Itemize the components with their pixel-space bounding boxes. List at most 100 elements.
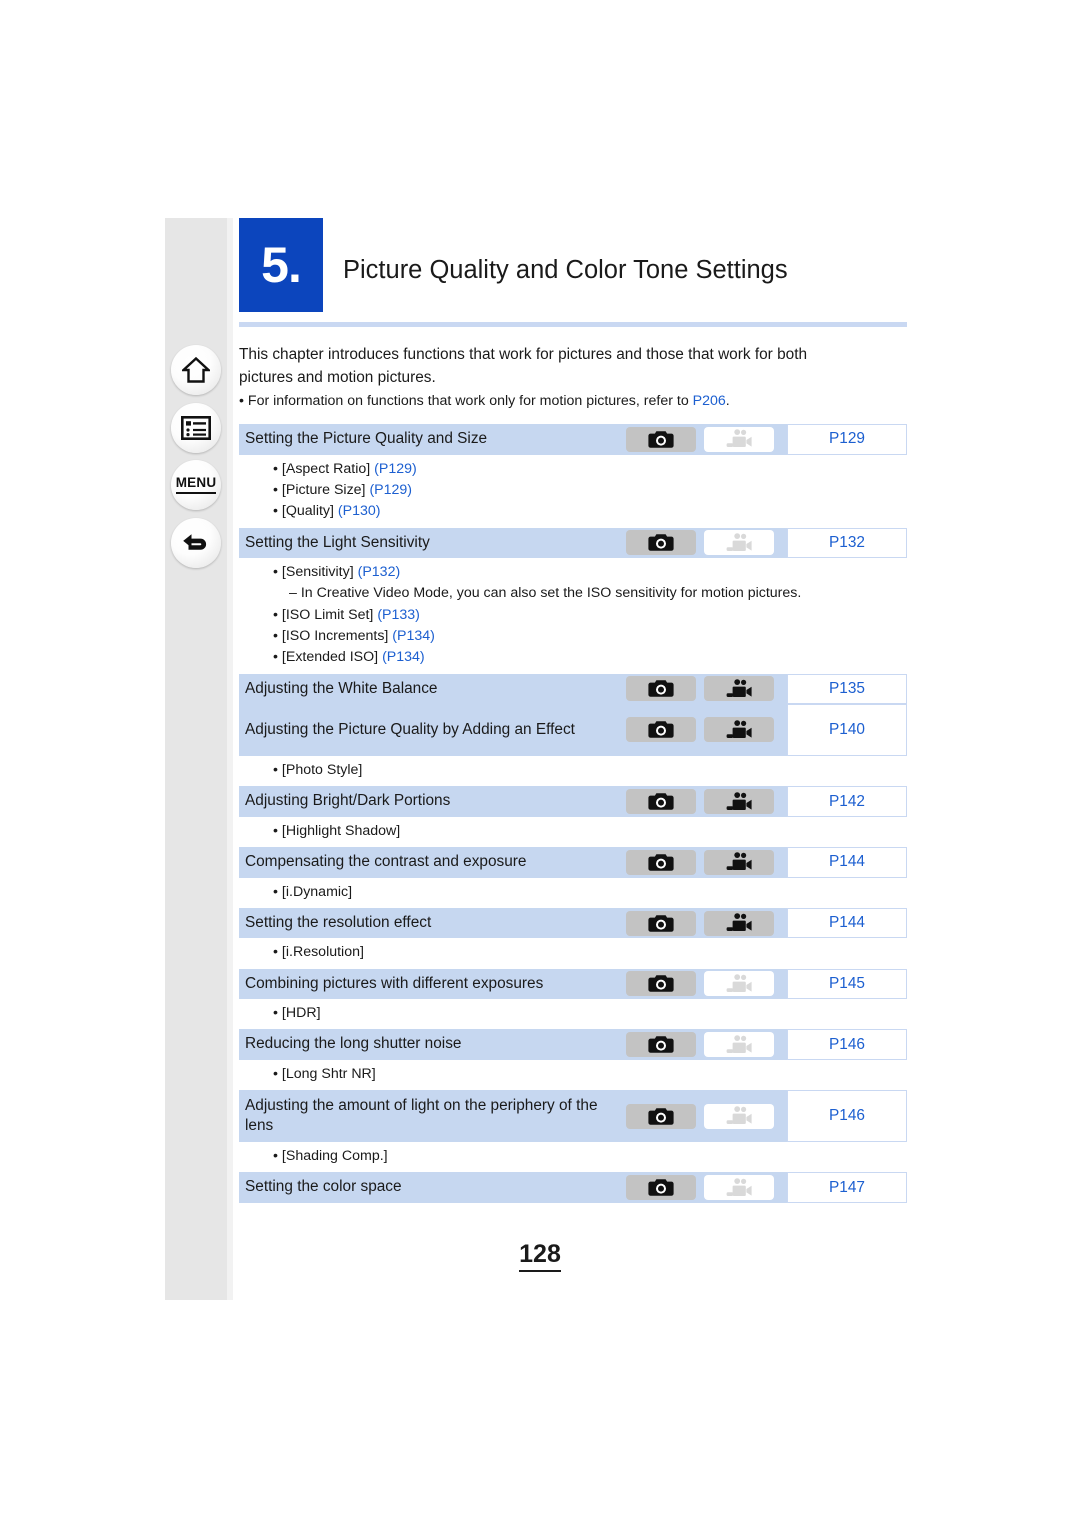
row-mode-icons: [626, 1172, 787, 1202]
list-icon: [181, 416, 211, 440]
table-row[interactable]: Adjusting the amount of light on the per…: [239, 1090, 907, 1143]
page-number: 128: [519, 1240, 561, 1272]
list-item-label: • [Shading Comp.]: [273, 1148, 388, 1165]
list-item-label: • [Photo Style]: [273, 761, 363, 778]
list-item: • [Highlight Shadow]: [239, 821, 907, 842]
photo-camera-icon: [626, 717, 696, 743]
row-mode-icons: [626, 528, 787, 558]
list-item: • [ISO Limit Set] (P133): [239, 605, 907, 626]
table-row[interactable]: Combining pictures with different exposu…: [239, 968, 907, 1000]
list-item-label: • [Sensitivity]: [273, 564, 358, 581]
intro-bullet: • For information on functions that work…: [239, 391, 907, 412]
list-item-label: • [Highlight Shadow]: [273, 822, 401, 839]
video-camera-icon: [704, 1175, 774, 1201]
home-button[interactable]: [171, 345, 221, 395]
table-row[interactable]: Adjusting Bright/Dark Portions P142: [239, 786, 907, 817]
page-reference-link[interactable]: P146: [787, 1029, 907, 1060]
row-title: Adjusting the White Balance: [245, 679, 438, 697]
row-sub-items: • [Highlight Shadow]: [239, 816, 907, 848]
page-title: Picture Quality and Color Tone Settings: [343, 256, 788, 284]
list-item: • [Aspect Ratio] (P129): [239, 459, 907, 480]
video-camera-icon: [704, 530, 774, 556]
menu-button[interactable]: MENU: [171, 460, 221, 510]
list-item-link[interactable]: (P133): [377, 607, 420, 623]
page-reference-link[interactable]: P145: [787, 968, 907, 1000]
list-item-link[interactable]: (P134): [382, 649, 425, 665]
row-mode-icons: [626, 969, 787, 999]
video-camera-icon: [704, 426, 774, 452]
page-reference-link[interactable]: P144: [787, 847, 907, 878]
back-button[interactable]: [171, 518, 221, 568]
video-camera-icon: [704, 1032, 774, 1058]
photo-camera-icon: [626, 849, 696, 875]
video-camera-icon: [704, 910, 774, 936]
list-item-link[interactable]: (P130): [338, 503, 381, 519]
intro-bullet-suffix: .: [725, 393, 730, 410]
row-mode-icons: [626, 704, 787, 756]
row-title: Setting the color space: [245, 1178, 402, 1196]
photo-camera-icon: [626, 1175, 696, 1201]
row-title: Setting the resolution effect: [245, 913, 432, 931]
page-content: 5. Picture Quality and Color Tone Settin…: [239, 218, 907, 1203]
row-mode-icons: [626, 786, 787, 816]
list-item: • [Extended ISO] (P134): [239, 647, 907, 668]
page-reference-link[interactable]: P140: [787, 703, 907, 756]
table-row[interactable]: Setting the Picture Quality and Size P129: [239, 424, 907, 455]
row-title: Compensating the contrast and exposure: [245, 853, 527, 871]
table-row[interactable]: Compensating the contrast and exposure P1…: [239, 847, 907, 878]
row-title: Setting the Picture Quality and Size: [245, 430, 488, 448]
table-row[interactable]: Setting the color space P147: [239, 1172, 907, 1203]
page-reference-link[interactable]: P132: [787, 527, 907, 559]
intro-bullet-link[interactable]: P206: [693, 393, 726, 409]
table-row[interactable]: Adjusting the Picture Quality by Adding …: [239, 703, 907, 756]
list-item-link[interactable]: (P134): [392, 628, 435, 644]
row-sub-items: • [Photo Style]: [239, 755, 907, 787]
video-camera-icon: [704, 1103, 774, 1129]
menu-button-label: MENU: [175, 476, 217, 494]
page-reference-link[interactable]: P146: [787, 1090, 907, 1143]
list-item: • [Long Shtr NR]: [239, 1064, 907, 1085]
row-mode-icons: [626, 1029, 787, 1059]
page-reference-link[interactable]: P142: [787, 786, 907, 817]
table-of-contents: Setting the Picture Quality and Size P129…: [239, 424, 907, 1203]
intro-text: This chapter introduces functions that w…: [239, 344, 907, 412]
table-row[interactable]: Setting the Light Sensitivity P132: [239, 527, 907, 559]
row-sub-items: • [Aspect Ratio] (P129) • [Picture Size] …: [239, 454, 907, 528]
list-item-link[interactable]: (P129): [369, 482, 412, 498]
page-reference-link[interactable]: P135: [787, 673, 907, 704]
page-reference-link[interactable]: P144: [787, 907, 907, 939]
row-mode-icons: [626, 424, 787, 454]
row-sub-items: • [Long Shtr NR]: [239, 1059, 907, 1091]
table-row[interactable]: Reducing the long shutter noise P146: [239, 1029, 907, 1060]
video-camera-icon: [704, 789, 774, 815]
back-arrow-icon: [181, 530, 211, 556]
list-item-label: – In Creative Video Mode, you can also s…: [289, 585, 802, 602]
photo-camera-icon: [626, 426, 696, 452]
photo-camera-icon: [626, 1103, 696, 1129]
list-item-label: • [Aspect Ratio]: [273, 460, 375, 477]
list-item-link[interactable]: (P132): [358, 564, 401, 580]
list-item-label: • [Extended ISO]: [273, 649, 383, 666]
page-number-footer: 128: [0, 1240, 1080, 1272]
row-mode-icons: [626, 1090, 787, 1142]
list-item: – In Creative Video Mode, you can also s…: [239, 583, 907, 604]
row-sub-items: • [i.Dynamic]: [239, 877, 907, 908]
photo-camera-icon: [626, 676, 696, 702]
list-item-label: • [i.Dynamic]: [273, 883, 353, 900]
list-item: • [Picture Size] (P129): [239, 480, 907, 501]
page-reference-link[interactable]: P129: [787, 424, 907, 455]
video-camera-icon: [704, 676, 774, 702]
sidebar-edge: [227, 218, 233, 1300]
list-item-label: • [ISO Increments]: [273, 627, 393, 644]
list-item: • [Quality] (P130): [239, 501, 907, 522]
table-row[interactable]: Setting the resolution effect P144: [239, 907, 907, 939]
table-row[interactable]: Adjusting the White Balance P135: [239, 673, 907, 704]
home-icon: [182, 357, 210, 383]
list-item-label: • [HDR]: [273, 1005, 321, 1022]
list-item-link[interactable]: (P129): [374, 461, 417, 477]
list-item: • [Shading Comp.]: [239, 1146, 907, 1167]
page-reference-link[interactable]: P147: [787, 1172, 907, 1203]
intro-line-2: pictures and motion pictures.: [239, 368, 436, 386]
intro-bullet-text: • For information on functions that work…: [239, 393, 693, 410]
contents-button[interactable]: [171, 403, 221, 453]
